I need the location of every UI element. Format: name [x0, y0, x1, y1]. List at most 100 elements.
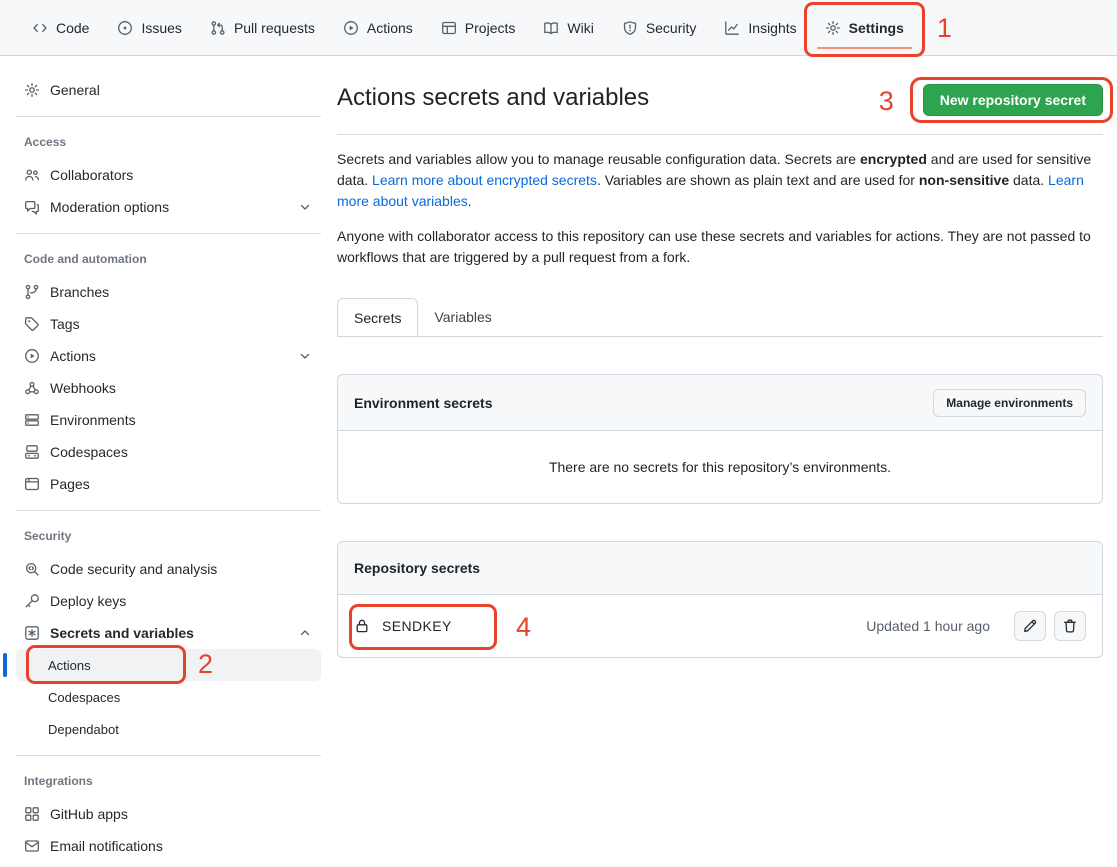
comment-discussion-icon: [24, 199, 40, 215]
sidebar-item-general[interactable]: General: [16, 74, 321, 106]
main-content: Actions secrets and variables New reposi…: [337, 56, 1103, 658]
environment-secrets-title: Environment secrets: [354, 395, 493, 411]
sidebar-item-label: Environments: [50, 412, 136, 428]
description-bold: non-sensitive: [919, 172, 1009, 188]
tab-insights[interactable]: Insights: [712, 5, 808, 51]
tab-label: Insights: [748, 20, 796, 36]
tab-pull-requests[interactable]: Pull requests: [198, 5, 327, 51]
tab-issues[interactable]: Issues: [105, 5, 193, 51]
people-icon: [24, 167, 40, 183]
environment-secrets-panel: Environment secrets Manage environments …: [337, 374, 1103, 504]
gear-icon: [825, 20, 841, 36]
lock-icon: [354, 618, 370, 634]
sidebar-item-label: Secrets and variables: [50, 625, 194, 641]
chevron-down-icon: [297, 348, 313, 364]
chevron-down-icon: [297, 199, 313, 215]
sidebar-subitem-dependabot[interactable]: Dependabot: [16, 713, 321, 745]
trash-icon: [1062, 618, 1078, 634]
tab-label: Security: [646, 20, 697, 36]
description-bold: encrypted: [860, 151, 927, 167]
webhook-icon: [24, 380, 40, 396]
learn-more-encrypted-secrets-link[interactable]: Learn more about encrypted secrets: [372, 172, 597, 188]
settings-sidebar: General Access Collaborators Moderation …: [0, 56, 337, 862]
sidebar-item-codespaces[interactable]: Codespaces: [16, 436, 321, 468]
sidebar-divider: [16, 755, 321, 756]
manage-environments-button[interactable]: Manage environments: [933, 389, 1086, 417]
sidebar-item-label: Webhooks: [50, 380, 116, 396]
annotation-number-3: 3: [879, 88, 894, 115]
description-text: .: [468, 193, 472, 209]
sidebar-item-github-apps[interactable]: GitHub apps: [16, 798, 321, 830]
secret-row: SENDKEY Updated 1 hour ago 4: [338, 595, 1102, 657]
tab-wiki[interactable]: Wiki: [531, 5, 605, 51]
repository-secrets-header: Repository secrets: [338, 542, 1102, 595]
secret-updated-time: Updated 1 hour ago: [866, 618, 990, 634]
sidebar-divider: [16, 116, 321, 117]
description-text: . Variables are shown as plain text and …: [597, 172, 919, 188]
issue-opened-icon: [117, 20, 133, 36]
mail-icon: [24, 838, 40, 854]
tab-label: Pull requests: [234, 20, 315, 36]
sidebar-item-secrets-and-variables[interactable]: Secrets and variables: [16, 617, 321, 649]
environment-secrets-header: Environment secrets Manage environments: [338, 375, 1102, 431]
sidebar-item-code-security[interactable]: Code security and analysis: [16, 553, 321, 585]
sidebar-item-collaborators[interactable]: Collaborators: [16, 159, 321, 191]
sidebar-item-label: Collaborators: [50, 167, 133, 183]
pencil-icon: [1022, 618, 1038, 634]
sidebar-item-label: Pages: [50, 476, 90, 492]
sidebar-item-moderation-options[interactable]: Moderation options: [16, 191, 321, 223]
sidebar-item-pages[interactable]: Pages: [16, 468, 321, 500]
chevron-up-icon: [297, 625, 313, 641]
sidebar-item-tags[interactable]: Tags: [16, 308, 321, 340]
sidebar-item-label: GitHub apps: [50, 806, 128, 822]
sidebar-section-code-and-automation: Code and automation: [16, 252, 321, 266]
edit-secret-button[interactable]: [1014, 611, 1046, 641]
sidebar-subitem-codespaces[interactable]: Codespaces: [16, 681, 321, 713]
tab-label: Code: [56, 20, 89, 36]
sidebar-divider: [16, 510, 321, 511]
sidebar-item-branches[interactable]: Branches: [16, 276, 321, 308]
apps-icon: [24, 806, 40, 822]
tab-secrets[interactable]: Secrets: [337, 298, 418, 336]
book-icon: [543, 20, 559, 36]
annotation-number-4: 4: [516, 614, 531, 641]
code-icon: [32, 20, 48, 36]
tab-settings[interactable]: Settings 1: [813, 5, 916, 51]
git-pull-request-icon: [210, 20, 226, 36]
repo-tab-bar: Code Issues Pull requests Actions Projec…: [0, 0, 1117, 56]
sidebar-subitem-actions[interactable]: Actions 2: [16, 649, 321, 681]
tab-security[interactable]: Security: [610, 5, 709, 51]
sidebar-item-actions[interactable]: Actions: [16, 340, 321, 372]
sidebar-item-email-notifications[interactable]: Email notifications: [16, 830, 321, 862]
sidebar-item-label: Deploy keys: [50, 593, 126, 609]
tab-variables[interactable]: Variables: [418, 298, 507, 336]
page-title: Actions secrets and variables: [337, 82, 649, 114]
graph-icon: [724, 20, 740, 36]
sidebar-item-deploy-keys[interactable]: Deploy keys: [16, 585, 321, 617]
sidebar-item-label: Tags: [50, 316, 80, 332]
new-repository-secret-button[interactable]: New repository secret: [923, 84, 1103, 116]
tab-actions[interactable]: Actions: [331, 5, 425, 51]
repository-secrets-title: Repository secrets: [354, 560, 480, 576]
delete-secret-button[interactable]: [1054, 611, 1086, 641]
tab-label: Wiki: [567, 20, 593, 36]
sidebar-item-webhooks[interactable]: Webhooks: [16, 372, 321, 404]
code-scan-icon: [24, 561, 40, 577]
sidebar-item-label: Email notifications: [50, 838, 163, 854]
annotation-number-2: 2: [198, 651, 213, 678]
annotation-number-1: 1: [937, 15, 952, 42]
table-icon: [441, 20, 457, 36]
sidebar-item-label: Dependabot: [48, 722, 119, 737]
play-icon: [343, 20, 359, 36]
tab-label: Settings: [849, 20, 904, 36]
sidebar-item-label: Actions: [48, 658, 91, 673]
tab-code[interactable]: Code: [20, 5, 101, 51]
description-paragraph-2: Anyone with collaborator access to this …: [337, 226, 1103, 268]
server-icon: [24, 412, 40, 428]
tab-projects[interactable]: Projects: [429, 5, 528, 51]
sidebar-item-environments[interactable]: Environments: [16, 404, 321, 436]
sidebar-item-label: Branches: [50, 284, 109, 300]
gear-icon: [24, 82, 40, 98]
sidebar-item-label: Codespaces: [48, 690, 120, 705]
sidebar-item-label: General: [50, 82, 100, 98]
